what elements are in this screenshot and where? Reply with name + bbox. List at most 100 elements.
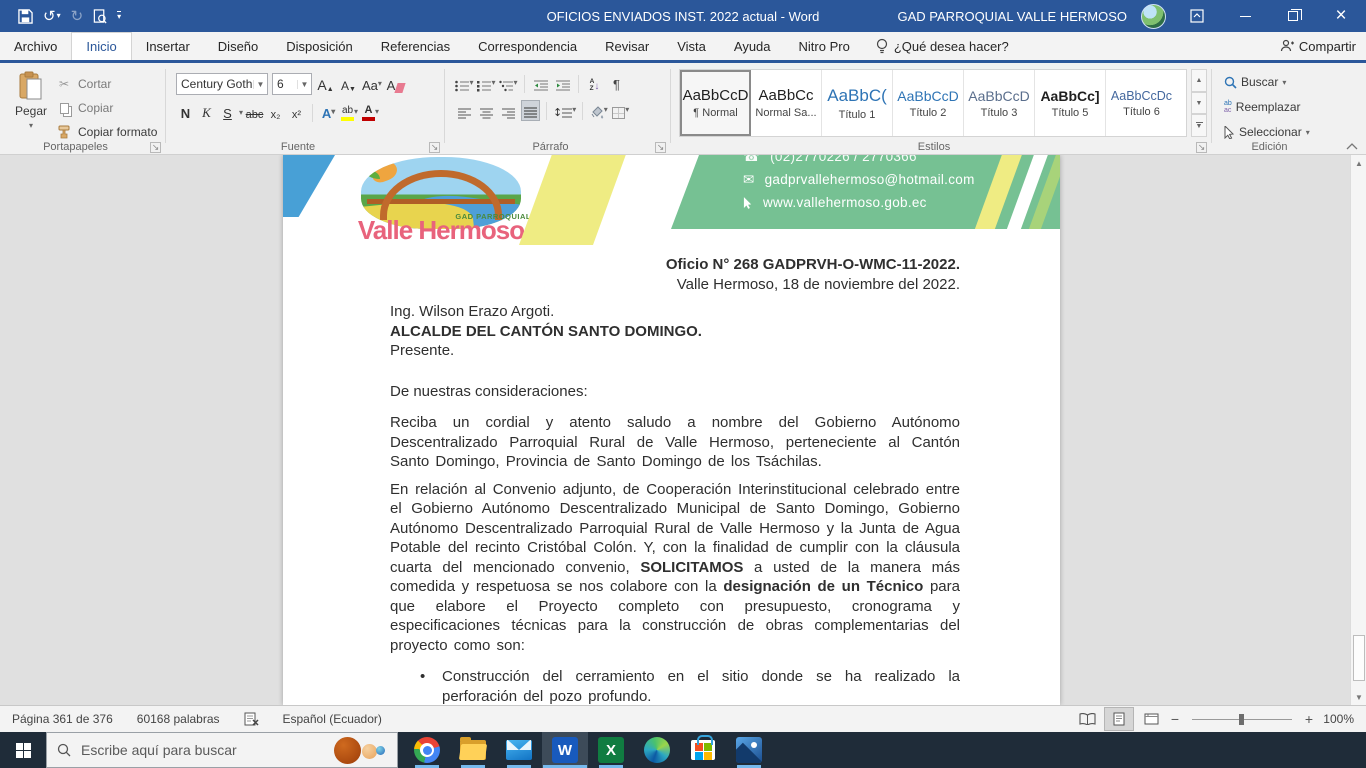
align-center-button[interactable] xyxy=(477,100,496,121)
web-layout-button[interactable] xyxy=(1136,707,1166,731)
justify-button[interactable] xyxy=(521,100,540,121)
cut-button[interactable]: ✂ Cortar xyxy=(54,73,157,95)
styles-scroll-up-button[interactable]: ▲ xyxy=(1191,69,1207,92)
tell-me-box[interactable]: ¿Qué desea hacer? xyxy=(864,32,1021,60)
superscript-button[interactable]: x² xyxy=(287,102,306,123)
underline-caret-icon[interactable]: ▾ xyxy=(239,108,243,117)
align-left-button[interactable] xyxy=(455,100,474,121)
subscript-button[interactable]: x₂ xyxy=(266,102,285,123)
copy-button[interactable]: Copiar xyxy=(54,97,157,119)
taskbar-word[interactable]: W xyxy=(542,732,588,768)
text-effects-button[interactable]: A ▾ xyxy=(319,102,338,123)
taskbar-store[interactable] xyxy=(680,732,726,768)
change-case-button[interactable]: Aa ▾ xyxy=(362,74,382,95)
shrink-font-button[interactable]: A ▼ xyxy=(339,74,358,95)
underline-button[interactable]: S xyxy=(218,102,237,123)
tab-diseno[interactable]: Diseño xyxy=(204,32,272,60)
taskbar-file-explorer[interactable] xyxy=(450,732,496,768)
multilevel-list-button[interactable]: ▾ xyxy=(499,73,518,94)
taskbar-chrome[interactable] xyxy=(404,732,450,768)
increase-indent-button[interactable] xyxy=(553,73,572,94)
style-normal[interactable]: AaBbCcD ¶ Normal xyxy=(680,70,751,136)
tab-archivo[interactable]: Archivo xyxy=(0,32,71,60)
zoom-slider-thumb[interactable] xyxy=(1239,713,1244,725)
taskbar-photos[interactable] xyxy=(726,732,772,768)
save-button[interactable] xyxy=(18,8,33,24)
scrollbar-thumb[interactable] xyxy=(1353,635,1365,681)
zoom-out-button[interactable]: − xyxy=(1168,711,1182,727)
format-painter-button[interactable]: Copiar formato xyxy=(54,121,157,143)
start-button[interactable] xyxy=(0,732,46,768)
style-titulo-1[interactable]: AaBbC( Título 1 xyxy=(822,70,893,136)
align-right-button[interactable] xyxy=(499,100,518,121)
customize-qat-button[interactable]: ▾ xyxy=(117,11,122,21)
style-titulo-2[interactable]: AaBbCcD Título 2 xyxy=(893,70,964,136)
tab-ayuda[interactable]: Ayuda xyxy=(720,32,785,60)
close-button[interactable]: × xyxy=(1324,0,1358,32)
font-size-combo[interactable]: 6 ▼ xyxy=(272,73,312,95)
taskbar-search[interactable]: Escribe aquí para buscar xyxy=(46,732,398,768)
portapapeles-dialog-launcher[interactable]: ↘ xyxy=(150,142,161,153)
select-button[interactable]: Seleccionar ▾ xyxy=(1224,121,1327,143)
italic-button[interactable]: K xyxy=(197,102,216,123)
show-paragraph-marks-button[interactable]: ¶ xyxy=(607,73,626,94)
restore-button[interactable] xyxy=(1276,0,1310,32)
borders-button[interactable]: ▾ xyxy=(611,100,630,121)
collapse-ribbon-button[interactable] xyxy=(1346,143,1358,150)
account-name[interactable]: GAD PARROQUIAL VALLE HERMOSO xyxy=(898,9,1127,24)
taskbar-excel[interactable]: X xyxy=(588,732,634,768)
grow-font-button[interactable]: A ▲ xyxy=(316,74,335,95)
page-indicator[interactable]: Página 361 de 376 xyxy=(0,712,125,726)
tab-correspondencia[interactable]: Correspondencia xyxy=(464,32,591,60)
replace-button[interactable]: ab ac Reemplazar xyxy=(1224,96,1327,118)
shading-button[interactable]: ▾ xyxy=(589,100,608,121)
bullets-button[interactable]: ▾ xyxy=(455,73,474,94)
proofing-status[interactable] xyxy=(232,712,271,726)
language-indicator[interactable]: Español (Ecuador) xyxy=(271,712,394,726)
undo-caret-icon[interactable]: ▾ xyxy=(57,12,61,20)
parrafo-dialog-launcher[interactable]: ↘ xyxy=(655,142,666,153)
zoom-slider[interactable] xyxy=(1192,713,1292,725)
style-titulo-6[interactable]: AaBbCcDc Título 6 xyxy=(1106,70,1177,136)
word-count[interactable]: 60168 palabras xyxy=(125,712,232,726)
read-mode-button[interactable] xyxy=(1072,707,1102,731)
tab-vista[interactable]: Vista xyxy=(663,32,720,60)
style-titulo-3[interactable]: AaBbCcD Título 3 xyxy=(964,70,1035,136)
highlight-button[interactable]: ab ▾ xyxy=(340,102,359,123)
style-titulo-5[interactable]: AaBbCc] Título 5 xyxy=(1035,70,1106,136)
find-button[interactable]: Buscar ▾ xyxy=(1224,71,1327,93)
tab-nitro-pro[interactable]: Nitro Pro xyxy=(785,32,864,60)
search-doodle[interactable] xyxy=(319,736,389,766)
clear-formatting-button[interactable]: A xyxy=(386,74,406,95)
taskbar-edge[interactable] xyxy=(634,732,680,768)
print-preview-button[interactable] xyxy=(93,8,107,24)
document-canvas[interactable]: GAD PARROQUIAL Valle Hermoso ☎ (02)27702… xyxy=(0,155,1350,705)
zoom-level[interactable]: 100% xyxy=(1318,712,1360,726)
taskbar-mail[interactable] xyxy=(496,732,542,768)
tab-revisar[interactable]: Revisar xyxy=(591,32,663,60)
tab-insertar[interactable]: Insertar xyxy=(132,32,204,60)
print-layout-button[interactable] xyxy=(1104,707,1134,731)
share-button[interactable]: Compartir xyxy=(1280,32,1356,60)
scroll-up-button[interactable]: ▲ xyxy=(1351,155,1366,171)
tab-referencias[interactable]: Referencias xyxy=(367,32,464,60)
fuente-dialog-launcher[interactable]: ↘ xyxy=(429,142,440,153)
paste-button[interactable]: Pegar ▾ xyxy=(8,63,54,143)
font-color-button[interactable]: A ▾ xyxy=(361,102,380,123)
style-normal-sa[interactable]: AaBbCc Normal Sa... xyxy=(751,70,822,136)
vertical-scrollbar[interactable]: ▲ ▼ xyxy=(1350,155,1366,705)
bold-button[interactable]: N xyxy=(176,102,195,123)
document-page[interactable]: GAD PARROQUIAL Valle Hermoso ☎ (02)27702… xyxy=(283,155,1060,705)
line-spacing-button[interactable]: ↕ ▾ xyxy=(553,100,576,121)
tab-inicio[interactable]: Inicio xyxy=(71,32,132,60)
undo-button[interactable]: ↺ ▾ xyxy=(43,8,61,24)
minimize-button[interactable] xyxy=(1228,0,1262,32)
numbering-button[interactable]: ▾ xyxy=(477,73,496,94)
styles-more-button[interactable]: ▼ xyxy=(1191,114,1207,138)
font-name-combo[interactable]: Century Gothi ▼ xyxy=(176,73,268,95)
ribbon-display-options-button[interactable] xyxy=(1180,0,1214,32)
zoom-in-button[interactable]: + xyxy=(1302,711,1316,727)
strikethrough-button[interactable]: abc xyxy=(245,102,264,123)
scroll-down-button[interactable]: ▼ xyxy=(1351,689,1366,705)
sort-button[interactable]: A Z ↓ xyxy=(585,73,604,94)
